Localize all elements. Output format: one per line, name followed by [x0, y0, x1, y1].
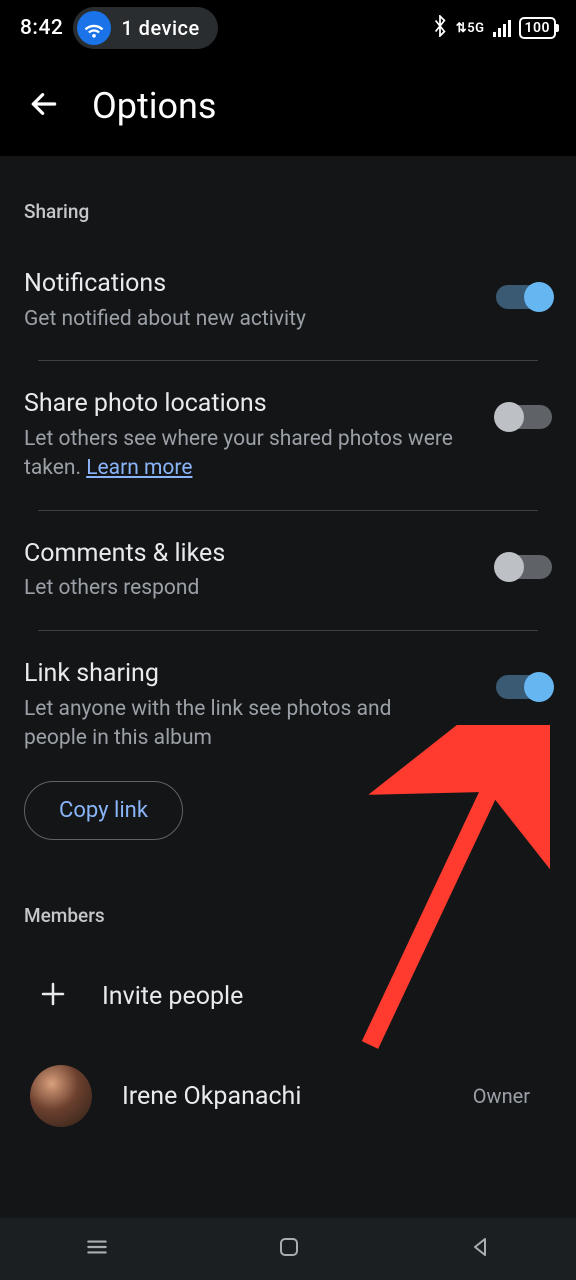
system-nav-bar: [0, 1218, 576, 1280]
network-type: ⇅5G: [456, 21, 485, 36]
section-header-members: Members: [24, 850, 552, 945]
signal-icon: [493, 19, 511, 37]
nav-recents-icon[interactable]: [84, 1234, 110, 1264]
setting-label: Share photo locations: [24, 387, 456, 421]
back-button[interactable]: [28, 88, 60, 124]
setting-comments-likes[interactable]: Comments & likes Let others respond: [24, 511, 552, 630]
setting-desc: Let others see where your shared photos …: [24, 425, 456, 484]
setting-label: Comments & likes: [24, 537, 456, 571]
battery-indicator: 100: [519, 17, 557, 39]
page-title: Options: [92, 85, 217, 127]
status-bar: 8:42 1 device ⇅5G 100: [0, 0, 576, 56]
setting-desc: Get notified about new activity: [24, 305, 456, 334]
setting-desc: Let others respond: [24, 574, 456, 603]
setting-link-sharing[interactable]: Link sharing Let anyone with the link se…: [24, 631, 552, 766]
copy-link-button[interactable]: Copy link: [24, 781, 183, 840]
setting-label: Notifications: [24, 267, 456, 301]
invite-people-row[interactable]: Invite people: [24, 945, 552, 1047]
setting-label: Link sharing: [24, 657, 456, 691]
setting-notifications[interactable]: Notifications Get notified about new act…: [24, 241, 552, 360]
learn-more-link[interactable]: Learn more: [86, 456, 192, 480]
toggle-notifications[interactable]: [496, 285, 552, 309]
member-name: Irene Okpanachi: [122, 1082, 443, 1111]
status-time: 8:42: [20, 16, 63, 40]
cast-device-label: 1 device: [121, 16, 199, 40]
toggle-share-locations[interactable]: [496, 405, 552, 429]
member-role: Owner: [473, 1084, 542, 1108]
setting-desc: Let anyone with the link see photos and …: [24, 695, 456, 754]
wifi-icon: [77, 11, 111, 45]
app-header: Options: [0, 56, 576, 156]
avatar: [30, 1065, 92, 1127]
plus-icon: [38, 979, 68, 1013]
nav-back-icon[interactable]: [468, 1235, 492, 1263]
member-row[interactable]: Irene Okpanachi Owner: [24, 1047, 552, 1137]
setting-share-locations[interactable]: Share photo locations Let others see whe…: [24, 361, 552, 510]
invite-people-label: Invite people: [102, 982, 243, 1011]
toggle-link-sharing[interactable]: [496, 675, 552, 699]
toggle-comments-likes[interactable]: [496, 555, 552, 579]
cast-device-pill[interactable]: 1 device: [73, 7, 217, 49]
section-header-sharing: Sharing: [24, 156, 552, 241]
nav-home-icon[interactable]: [277, 1235, 301, 1263]
bluetooth-icon: [432, 15, 448, 42]
